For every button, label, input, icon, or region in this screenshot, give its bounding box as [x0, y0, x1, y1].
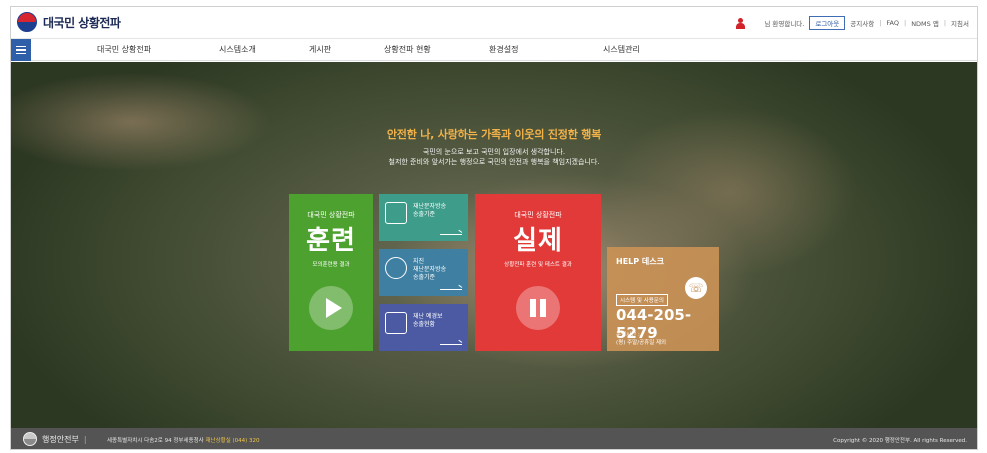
real-tile-tag: 대국민 상황전파: [514, 211, 562, 219]
site-footer: 행정안전부 | 세종특별자치시 다솜2로 94 정부세종청사 재난상황실 (04…: [11, 428, 977, 449]
disaster-sms-criteria-tile[interactable]: 재난문자방송 송출기준: [379, 194, 468, 241]
site-title: 대국민 상황전파: [43, 15, 121, 30]
tile-label-line: 송출기준: [413, 211, 436, 218]
play-icon[interactable]: [309, 286, 353, 330]
tile-label-line: 송출현황: [413, 321, 436, 328]
real-tile-desc: 상황전파 훈련 및 테스트 결과: [504, 262, 572, 268]
arrow-right-icon: [440, 289, 462, 290]
tile-label: 재난 예경보 송출현황: [413, 313, 443, 329]
training-tile[interactable]: 대국민 상황전파 훈련 모의훈련용 결과: [289, 194, 373, 351]
tile-label-line: 재난 예경보: [413, 313, 443, 320]
help-desk-hours-label: 운영시간 :: [616, 332, 640, 338]
nav-item-settings[interactable]: 환경설정: [489, 44, 518, 55]
chart-monitor-icon: [385, 312, 407, 334]
divider: |: [943, 19, 947, 27]
browser-frame: 대국민 상황전파 님 환영합니다. 로그아웃 공지사항 | FAQ | NDMS…: [10, 6, 978, 450]
tile-label-line: 지진: [413, 258, 425, 265]
warning-broadcast-status-tile[interactable]: 재난 예경보 송출현황: [379, 304, 468, 351]
training-tile-title: 훈련: [306, 226, 356, 256]
utility-bar: 님 환영합니다. 로그아웃 공지사항 | FAQ | NDMS 앱 | 지침서: [736, 16, 969, 30]
help-desk-hours: (평) 주말/공휴일 제외: [616, 340, 667, 346]
help-desk-title: HELP 데스크: [616, 257, 664, 266]
earthquake-icon: [385, 257, 407, 279]
nav-item-system-intro[interactable]: 시스템소개: [219, 44, 256, 55]
arrow-right-icon: [440, 344, 462, 345]
nav-item-board[interactable]: 게시판: [309, 44, 331, 55]
tile-label-line: 재난문자방송: [413, 266, 447, 273]
government-emblem-icon: [23, 432, 37, 446]
tile-label: 지진 재난문자방송 송출기준: [413, 258, 446, 282]
util-link-faq[interactable]: FAQ: [886, 19, 899, 27]
menu-line: [16, 52, 26, 55]
divider: |: [903, 19, 907, 27]
help-desk-tile[interactable]: HELP 데스크 ☏ 시스템 및 사용문의 044-205-5279 운영시간 …: [607, 247, 719, 351]
hamburger-menu-button[interactable]: [11, 39, 31, 61]
nav-item-public-alert[interactable]: 대국민 상황전파: [97, 44, 151, 55]
tile-label: 재난문자방송 송출기준: [413, 203, 446, 219]
hero-subtitle-line2: 철저한 준비와 앞서가는 행정으로 국민의 안전과 행복을 책임지겠습니다.: [388, 158, 600, 166]
pause-icon[interactable]: [516, 286, 560, 330]
util-link-guide[interactable]: 지침서: [951, 18, 969, 28]
menu-line: [16, 45, 26, 48]
main-nav: 대국민 상황전파 시스템소개 게시판 상황전파 현황 환경설정 시스템관리: [11, 39, 977, 61]
nav-item-system-admin[interactable]: 시스템관리: [603, 44, 640, 55]
menu-line: [16, 49, 26, 51]
footer-contact: 재난상황실 (044) 320: [205, 438, 260, 444]
greeting-text: 님 환영합니다.: [764, 20, 805, 28]
document-icon: [385, 202, 407, 224]
earthquake-sms-criteria-tile[interactable]: 지진 재난문자방송 송출기준: [379, 249, 468, 296]
hero-subtitle-line1: 국민의 눈으로 보고 국민의 입장에서 생각합니다.: [422, 148, 566, 156]
help-desk-tag: 시스템 및 사용문의: [616, 294, 668, 306]
site-logo[interactable]: 대국민 상황전파: [17, 12, 121, 32]
hero-section: 안전한 나, 사랑하는 가족과 이웃의 진정한 행복 국민의 눈으로 보고 국민…: [11, 62, 977, 428]
divider: |: [83, 434, 87, 444]
training-tile-desc: 모의훈련용 결과: [312, 262, 350, 268]
footer-address: 세종특별자치시 다솜2로 94 정부세종청사 재난상황실 (044) 320: [107, 436, 260, 444]
training-tile-tag: 대국민 상황전파: [307, 211, 355, 219]
nav-item-alert-status[interactable]: 상황전파 현황: [384, 44, 431, 55]
tile-label-line: 재난문자방송: [413, 203, 447, 210]
util-link-notice[interactable]: 공지사항: [850, 18, 874, 28]
logout-button[interactable]: 로그아웃: [809, 16, 846, 30]
tile-label-line: 송출기준: [413, 274, 436, 281]
real-tile-title: 실제: [513, 226, 563, 256]
footer-org-name: 행정안전부: [42, 434, 79, 444]
user-icon: [736, 17, 746, 29]
util-link-ndms-app[interactable]: NDMS 앱: [911, 18, 939, 28]
footer-address-text: 세종특별자치시 다솜2로 94 정부세종청사: [107, 438, 204, 444]
phone-icon: ☏: [685, 277, 707, 299]
footer-copyright: Copyright © 2020 행정안전부. All rights Reser…: [833, 438, 967, 444]
footer-logo: 행정안전부 |: [23, 432, 87, 446]
arrow-right-icon: [440, 234, 462, 235]
real-alert-tile[interactable]: 대국민 상황전파 실제 상황전파 훈련 및 테스트 결과: [475, 194, 601, 351]
divider: |: [879, 19, 882, 27]
government-emblem-icon: [17, 12, 37, 32]
site-header: 대국민 상황전파 님 환영합니다. 로그아웃 공지사항 | FAQ | NDMS…: [11, 7, 977, 39]
hero-title: 안전한 나, 사랑하는 가족과 이웃의 진정한 행복: [386, 128, 602, 141]
